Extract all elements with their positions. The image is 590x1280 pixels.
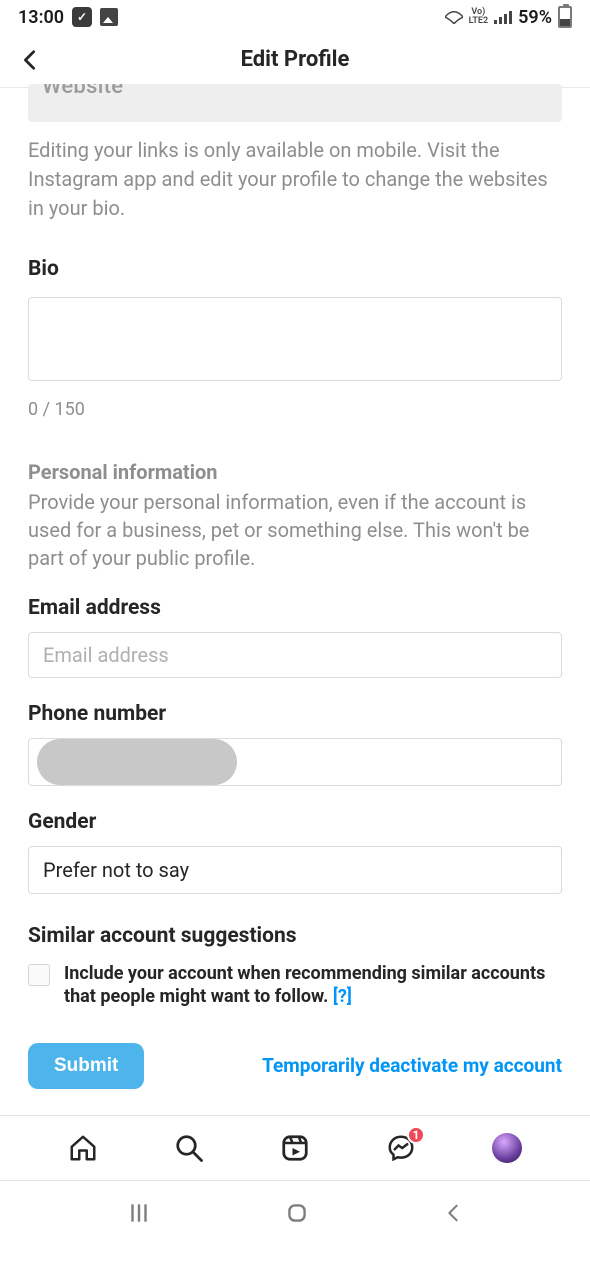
volte-icon: Vo)LTE2 [469,8,489,26]
battery-icon [558,6,572,28]
sys-home-icon [284,1200,310,1226]
email-input[interactable] [28,632,562,678]
status-bar: 13:00 ✓ Vo)LTE2 59% [0,0,590,32]
nav-messenger[interactable]: 1 [383,1130,419,1166]
checkmark-app-icon: ✓ [72,7,92,27]
sys-recents-button[interactable] [126,1200,152,1226]
similar-accounts-checkbox[interactable] [28,964,50,986]
messenger-badge: 1 [407,1126,425,1144]
bio-label: Bio [28,257,562,281]
signal-icon [494,10,512,24]
nav-header: Edit Profile [0,32,590,88]
home-icon [68,1133,98,1163]
nav-home[interactable] [65,1130,101,1166]
status-right: Vo)LTE2 59% [445,6,572,28]
picture-notification-icon [100,8,118,26]
similar-accounts-text: Include your account when recommending s… [64,962,562,1009]
bio-counter: 0 / 150 [28,399,562,420]
similar-accounts-label: Similar account suggestions [28,924,562,948]
reels-icon [280,1133,310,1163]
phone-redacted [37,739,237,785]
nav-profile[interactable] [489,1130,525,1166]
nav-reels[interactable] [277,1130,313,1166]
battery-percent: 59% [518,7,552,28]
page-title: Edit Profile [10,47,580,72]
personal-info-desc: Provide your personal information, even … [28,488,562,572]
phone-input[interactable] [28,738,562,786]
status-time: 13:00 [18,7,64,28]
sys-back-icon [442,1202,464,1224]
gender-value: Prefer not to say [43,858,189,882]
sys-back-button[interactable] [442,1202,464,1224]
website-placeholder: Website [42,84,123,99]
gender-select[interactable]: Prefer not to say [28,846,562,894]
similar-accounts-help-link[interactable]: [?] [333,986,352,1007]
sys-home-button[interactable] [284,1200,310,1226]
bio-textarea[interactable] [28,297,562,381]
submit-button[interactable]: Submit [28,1043,144,1089]
bottom-nav: 1 [0,1115,590,1181]
recents-icon [126,1200,152,1226]
wifi-icon [445,10,463,24]
search-icon [174,1133,204,1163]
deactivate-account-link[interactable]: Temporarily deactivate my account [262,1054,562,1077]
nav-search[interactable] [171,1130,207,1166]
website-input-disabled: Website [28,84,562,122]
status-left: 13:00 ✓ [18,7,118,28]
system-nav-bar [0,1181,590,1245]
gender-label: Gender [28,810,562,834]
phone-label: Phone number [28,702,562,726]
profile-avatar-icon [492,1133,522,1163]
website-info-text: Editing your links is only available on … [28,136,562,223]
email-label: Email address [28,596,562,620]
personal-info-header: Personal information [28,460,562,484]
